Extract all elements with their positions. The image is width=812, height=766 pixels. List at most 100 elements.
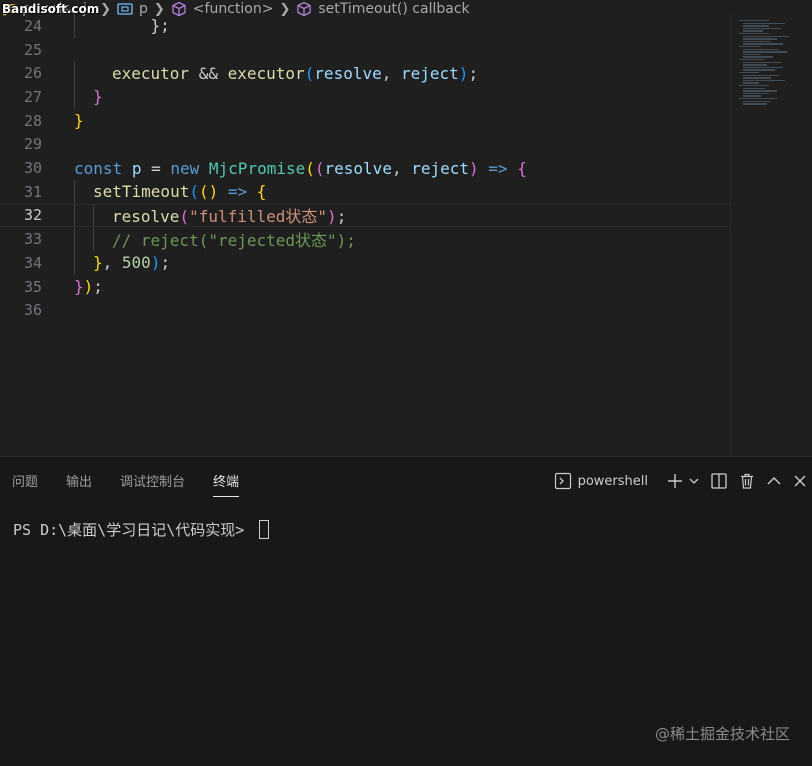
code-line[interactable]: 28} xyxy=(0,109,730,133)
code-token: } xyxy=(93,253,103,273)
minimap-line xyxy=(739,72,759,74)
code-text: executor && executor(resolve, reject); xyxy=(112,64,478,83)
code-token: { xyxy=(256,182,267,202)
code-token: MjcPromise xyxy=(208,158,306,178)
minimap-line xyxy=(743,77,771,79)
code-text: } xyxy=(74,111,84,130)
code-line[interactable]: 33 // reject("rejected状态"); xyxy=(0,227,730,251)
indent-guide xyxy=(93,204,94,227)
code-line[interactable]: 29 xyxy=(0,133,730,157)
minimap-line xyxy=(739,46,761,48)
code-line[interactable]: 34}, 500); xyxy=(0,251,730,275)
indent-guide xyxy=(74,14,75,38)
minimap-line xyxy=(743,38,777,40)
minimap-line xyxy=(743,87,765,89)
code-text: }, 500); xyxy=(93,253,170,272)
vscode-window: JS promise.js ❯ p ❯ <function> ❯ setTime… xyxy=(0,0,812,766)
terminal-dropdown-button[interactable] xyxy=(688,475,700,487)
tab-debug-console[interactable]: 调试控制台 xyxy=(120,471,185,497)
split-icon xyxy=(711,473,727,489)
new-terminal-button[interactable] xyxy=(666,472,684,490)
code-token: } xyxy=(74,111,84,131)
kill-terminal-button[interactable] xyxy=(738,472,756,490)
code-token: () xyxy=(198,182,219,202)
minimap[interactable] xyxy=(730,14,812,456)
indent-guide xyxy=(74,85,75,109)
line-number: 30 xyxy=(23,159,42,178)
line-number: 29 xyxy=(23,135,42,154)
code-token: = xyxy=(141,158,171,178)
tab-problems[interactable]: 问题 xyxy=(12,471,38,497)
site-watermark: @稀土掘金技术社区 xyxy=(654,725,790,743)
code-token: // reject("rejected状态"); xyxy=(112,231,356,251)
code-token: ) xyxy=(83,277,94,297)
code-text: }); xyxy=(74,277,103,296)
code-text: }; xyxy=(112,16,170,35)
code-token: new xyxy=(170,158,200,178)
code-line[interactable]: 31 setTimeout(() => { xyxy=(0,179,730,204)
close-panel-button[interactable] xyxy=(792,473,808,489)
close-icon xyxy=(794,475,806,487)
code-line[interactable]: 26 executor && executor(resolve, reject); xyxy=(0,61,730,86)
line-number: 28 xyxy=(23,111,42,130)
indent-guide xyxy=(74,227,75,251)
code-token: reject xyxy=(411,158,470,178)
code-token: && xyxy=(189,63,228,83)
bottom-panel: 问题 输出 调试控制台 终端 powershell PS D:\桌面\学习日记\… xyxy=(0,456,812,766)
terminal-cursor xyxy=(259,520,270,539)
minimap-line xyxy=(743,25,769,27)
panel-tabs: 问题 输出 调试控制台 终端 xyxy=(12,471,240,497)
terminal-output[interactable]: PS D:\桌面\学习日记\代码实现> xyxy=(13,519,803,540)
indent-guide xyxy=(74,204,75,227)
minimap-line xyxy=(743,35,789,37)
code-line[interactable]: 24 }; xyxy=(0,14,730,38)
code-token: ; xyxy=(93,277,103,297)
line-number: 35 xyxy=(23,277,42,296)
code-token: ) xyxy=(150,253,161,273)
minimap-line xyxy=(743,48,779,50)
minimap-line xyxy=(743,61,781,63)
code-token: , xyxy=(391,158,412,178)
code-token: ( xyxy=(179,207,190,227)
code-line[interactable]: 35}); xyxy=(0,275,730,299)
terminal-prompt: PS D:\桌面\学习日记\代码实现> xyxy=(13,521,254,539)
minimap-line xyxy=(739,33,769,35)
chevron-up-icon xyxy=(767,477,781,485)
code-line[interactable]: 32 resolve("fulfilled状态"); xyxy=(0,203,730,228)
minimap-line xyxy=(743,51,787,53)
code-token: ; xyxy=(336,207,347,227)
line-number: 24 xyxy=(23,16,42,35)
code-text: } xyxy=(93,87,103,106)
code-text: setTimeout(() => { xyxy=(93,182,266,201)
indent-guide xyxy=(74,61,75,86)
minimap-line xyxy=(739,98,777,100)
minimap-line xyxy=(743,30,763,32)
panel-actions: powershell xyxy=(554,469,808,493)
minimap-line xyxy=(739,85,769,87)
code-token: } xyxy=(74,277,84,297)
code-line[interactable]: 36 xyxy=(0,298,730,322)
minimap-line xyxy=(743,79,785,82)
code-editor[interactable]: 24 }; 25 26 executor && executor(resolve, r… xyxy=(0,14,730,456)
indent-guide xyxy=(74,251,75,275)
code-line[interactable]: 30 const p = new MjcPromise((resolve, rej… xyxy=(0,156,730,180)
line-number: 33 xyxy=(23,230,42,249)
minimap-line xyxy=(743,69,775,71)
tab-terminal[interactable]: 终端 xyxy=(213,471,240,497)
tab-output[interactable]: 输出 xyxy=(66,471,92,497)
minimap-line xyxy=(743,82,759,84)
code-line[interactable]: 27} xyxy=(0,85,730,109)
code-token: ( xyxy=(314,158,325,178)
minimap-line xyxy=(743,22,785,24)
terminal-selector[interactable]: powershell xyxy=(554,472,656,490)
split-terminal-button[interactable] xyxy=(710,472,728,490)
code-line[interactable]: 25 xyxy=(0,38,730,62)
minimap-line xyxy=(743,27,781,30)
code-token: , xyxy=(381,63,401,83)
maximize-panel-button[interactable] xyxy=(766,473,782,489)
code-token: ( xyxy=(304,63,315,83)
